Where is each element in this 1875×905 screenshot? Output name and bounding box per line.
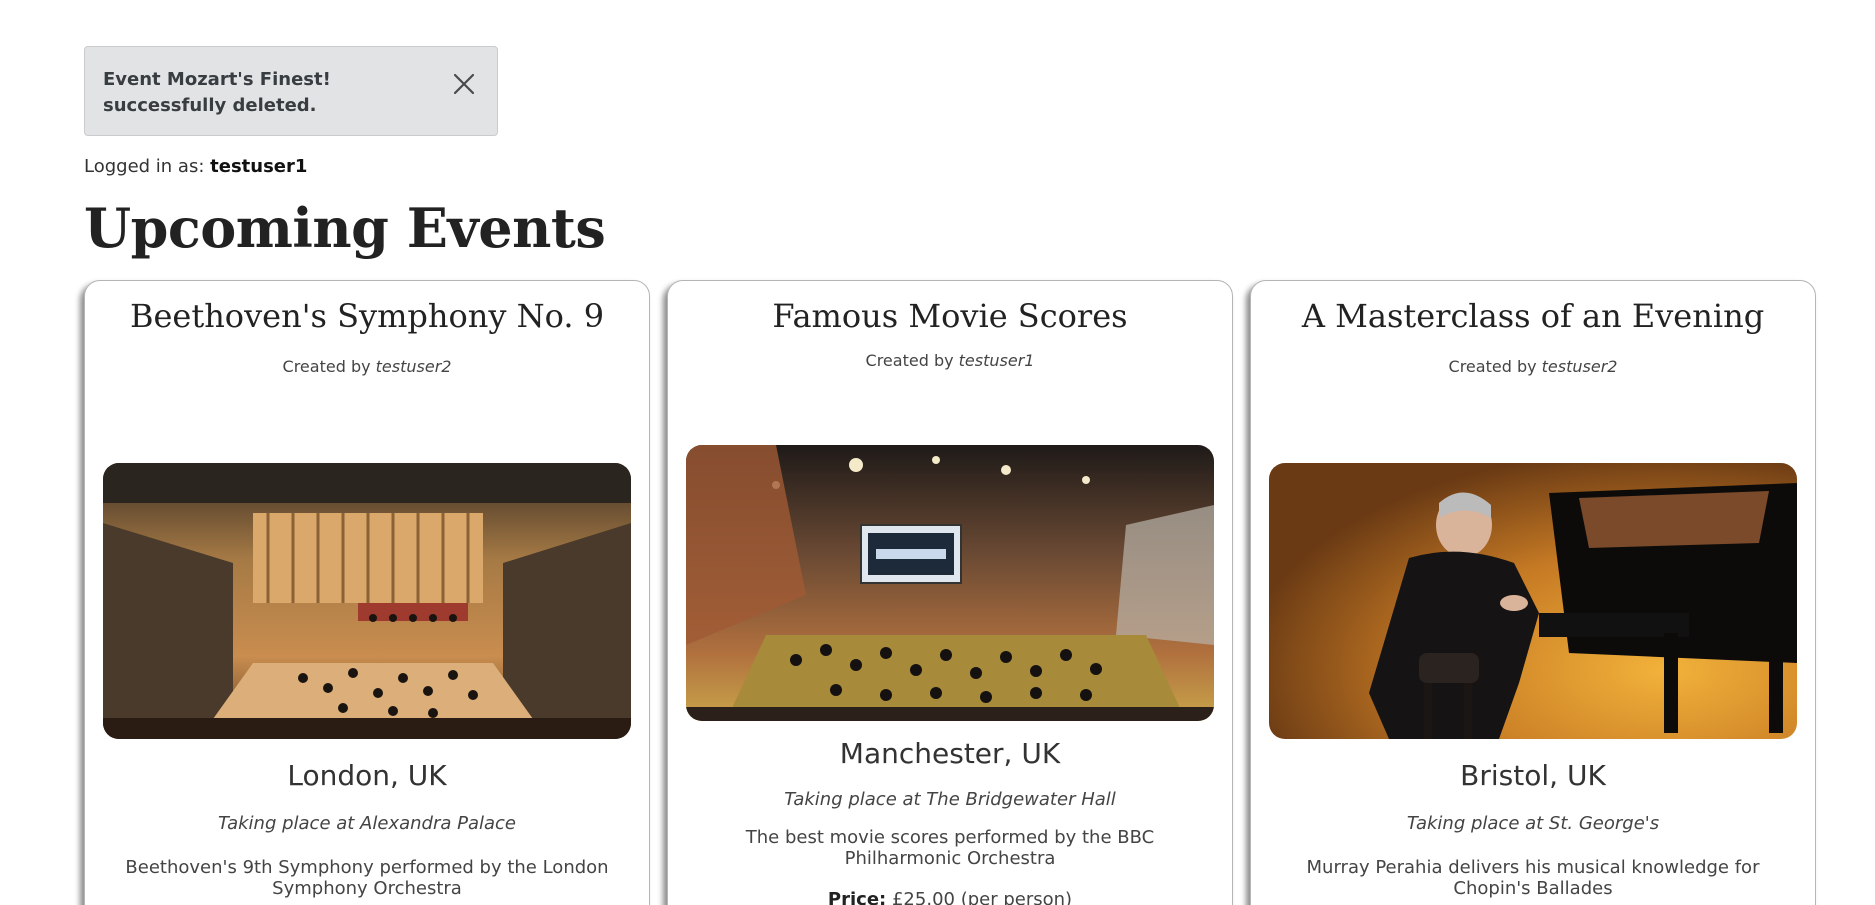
event-image — [686, 445, 1214, 721]
created-by-label: Created by — [282, 357, 371, 376]
event-creator: Created by testuser1 — [668, 351, 1232, 370]
event-description: Murray Perahia delivers his musical know… — [1306, 857, 1760, 899]
close-icon — [453, 73, 475, 95]
event-card[interactable]: A Masterclass of an Evening Created by t… — [1250, 280, 1816, 905]
logged-in-username: testuser1 — [210, 156, 308, 177]
price-value: £25.00 (per person) — [891, 889, 1073, 905]
success-alert: Event Mozart's Finest! successfully dele… — [84, 46, 498, 136]
event-title: A Masterclass of an Evening — [1301, 297, 1765, 335]
logged-in-status: Logged in as: testuser1 — [84, 156, 307, 177]
alert-close-button[interactable] — [449, 69, 479, 99]
creator-name: testuser2 — [1541, 357, 1618, 376]
creator-name: testuser2 — [375, 357, 452, 376]
event-city: London, UK — [287, 759, 447, 792]
event-image — [1269, 463, 1797, 739]
created-by-label: Created by — [1448, 357, 1537, 376]
event-image — [103, 463, 631, 739]
event-venue: Taking place at The Bridgewater Hall — [784, 789, 1116, 810]
event-creator: Created by testuser2 — [85, 357, 649, 376]
event-description: Beethoven's 9th Symphony performed by th… — [125, 857, 609, 899]
alert-message: Event Mozart's Finest! successfully dele… — [103, 69, 331, 116]
event-card[interactable]: Beethoven's Symphony No. 9 Created by te… — [84, 280, 650, 905]
creator-name: testuser1 — [958, 351, 1035, 370]
event-venue: Taking place at St. George's — [1406, 813, 1660, 834]
event-creator: Created by testuser2 — [1251, 357, 1815, 376]
logged-in-label: Logged in as: — [84, 156, 205, 177]
page-title: Upcoming Events — [84, 196, 606, 260]
event-title: Famous Movie Scores — [772, 297, 1128, 335]
event-city: Bristol, UK — [1460, 759, 1606, 792]
event-card[interactable]: Famous Movie Scores Created by testuser1 — [667, 280, 1233, 905]
event-title: Beethoven's Symphony No. 9 — [129, 297, 605, 335]
created-by-label: Created by — [865, 351, 954, 370]
event-venue: Taking place at Alexandra Palace — [217, 813, 517, 834]
price-label: Price: — [827, 889, 887, 905]
event-price: Price: £25.00 (per person) — [668, 889, 1232, 905]
event-city: Manchester, UK — [839, 737, 1061, 770]
event-description: The best movie scores performed by the B… — [745, 827, 1155, 869]
